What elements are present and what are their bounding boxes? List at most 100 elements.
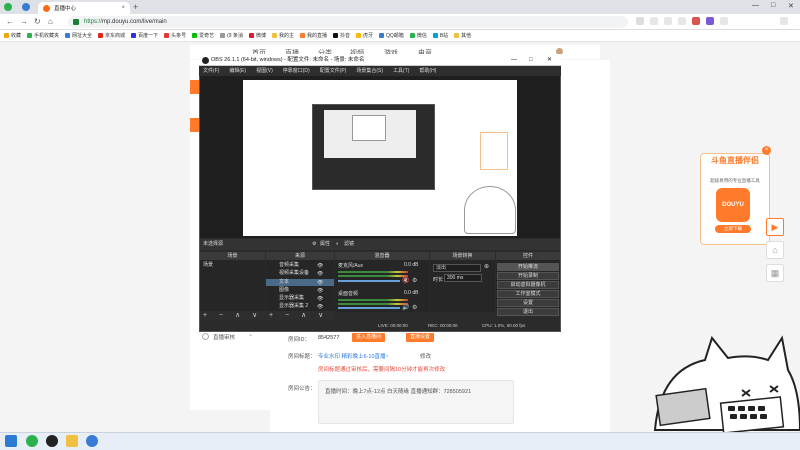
eye-icon[interactable]: 👁 (317, 263, 323, 269)
obs-menu-item[interactable]: 停靠窗口(D) (283, 66, 310, 76)
source-item[interactable]: 音频采集 (266, 262, 334, 269)
bookmark-item[interactable]: 手机收藏夹 (27, 32, 59, 39)
volume-slider[interactable] (338, 307, 400, 309)
room-title-link[interactable]: 专业水印 精彩晚上6-10直播~ (318, 352, 389, 360)
windows-start-icon[interactable] (5, 435, 17, 447)
chevron-down-icon[interactable]: ⌄ (248, 331, 253, 338)
bookmark-item[interactable]: 抖音 (333, 32, 350, 39)
virtual-camera-button[interactable]: 启动虚拟摄像机 (497, 281, 559, 289)
source-item[interactable]: 显示器采集 (266, 295, 334, 302)
edit-link[interactable]: 修改 (420, 352, 431, 360)
start-streaming-button[interactable]: 开始推流 (497, 263, 559, 271)
obs-menu-item[interactable]: 编辑(E) (229, 66, 246, 76)
bookmark-item[interactable]: (9 条消 (220, 32, 243, 39)
extension-icon[interactable] (636, 17, 644, 25)
sources-toolbar[interactable]: + − ∧ ∨ (266, 311, 334, 320)
bookmark-item[interactable]: B站 (432, 32, 448, 39)
notice-box[interactable]: 直播时间：晚上7点-12点 白天随缘 直播通知群：728505921 (318, 380, 514, 424)
bookmarks-icon[interactable] (720, 17, 728, 25)
window-close-button[interactable]: ✕ (788, 2, 794, 10)
browser-tab[interactable]: 直播中心 × (38, 2, 130, 14)
tab-close-icon[interactable]: × (121, 5, 125, 11)
adblock-icon[interactable] (692, 17, 700, 25)
source-item[interactable]: 文本 (266, 279, 334, 286)
star-icon[interactable] (650, 17, 658, 25)
window-maximize-button[interactable]: □ (771, 2, 775, 9)
properties-button[interactable]: 属性 (320, 239, 330, 250)
source-item[interactable]: 视频采集设备 (266, 270, 334, 277)
back-arrow-icon[interactable]: ← (6, 17, 14, 27)
enter-room-button[interactable]: 进入直播间 (352, 333, 386, 342)
home-icon[interactable]: ⌂ (48, 17, 53, 27)
scenes-toolbar[interactable]: + − ∧ ∨ (200, 311, 265, 320)
volume-slider[interactable] (338, 280, 400, 282)
bookmark-item[interactable]: 我的主 (271, 32, 294, 39)
duration-input[interactable]: 300 ms (444, 274, 482, 282)
obs-taskbar-icon[interactable] (46, 435, 58, 447)
filters-button[interactable]: 滤镜 (344, 239, 354, 250)
bookmark-item[interactable]: 微信 (409, 32, 427, 39)
obs-menu-item[interactable]: 文件(F) (203, 66, 219, 76)
obs-minimize-button[interactable]: — (511, 54, 517, 66)
translate-icon[interactable] (678, 17, 686, 25)
bookmark-item[interactable]: QQ邮箱 (379, 32, 404, 39)
eye-icon[interactable]: 👁 (317, 288, 323, 294)
explorer-taskbar-icon[interactable] (66, 435, 78, 447)
browser-account-icon[interactable] (22, 3, 30, 11)
filter-icon[interactable]: ◐ (336, 239, 339, 250)
transition-select[interactable]: 淡出 (433, 264, 481, 272)
settings-button[interactable]: 设置 (497, 299, 559, 307)
add-transition-icon[interactable]: ⊕ (484, 263, 489, 270)
gear-icon[interactable]: ⚙ (412, 304, 417, 311)
grid-side-button[interactable]: ▦ (766, 264, 784, 282)
mute-icon[interactable]: 🔇 (402, 277, 409, 284)
obs-menu-item[interactable]: 场景集合(S) (356, 66, 383, 76)
obs-menu-item[interactable]: 工具(T) (393, 66, 409, 76)
start-recording-button[interactable]: 开始录制 (497, 272, 559, 280)
bookmark-item[interactable]: 其他 (454, 32, 471, 39)
bookmark-item[interactable]: 虎牙 (356, 32, 373, 39)
window-minimize-button[interactable]: — (752, 2, 759, 9)
obs-title-bar[interactable]: OBS 26.1.1 (64-bit, windows) - 配置文件: 未命名… (199, 54, 561, 66)
eye-icon[interactable]: 👁 (317, 280, 323, 286)
home-side-button[interactable]: ⌂ (766, 241, 784, 259)
side-item-label[interactable]: 直播审核 (213, 333, 235, 341)
obs-menu-item[interactable]: 帮助(H) (419, 66, 436, 76)
source-item[interactable]: 图像 (266, 287, 334, 294)
bookmark-item[interactable]: 京东商城 (98, 32, 125, 39)
reload-icon[interactable]: ↻ (34, 17, 41, 27)
app-taskbar-icon[interactable] (86, 435, 98, 447)
play-side-button[interactable]: ▶ (766, 218, 784, 236)
eye-icon[interactable]: 👁 (317, 296, 323, 302)
obs-menu-item[interactable]: 视图(V) (256, 66, 273, 76)
eye-icon[interactable]: 👁 (317, 271, 323, 277)
bookmark-item[interactable]: 我的直播 (299, 32, 327, 39)
promo-close-icon[interactable]: × (762, 146, 771, 155)
obs-maximize-button[interactable]: □ (529, 54, 533, 66)
download-button[interactable]: 立即下载 (715, 225, 751, 233)
speaker-icon[interactable]: 🔊 (402, 304, 409, 311)
studio-mode-button[interactable]: 工作室模式 (497, 290, 559, 298)
bookmark-item[interactable]: 爱奇艺 (192, 32, 214, 39)
bookmark-item[interactable]: 微博 (248, 32, 266, 39)
bookmark-item[interactable]: 网址大全 (65, 32, 92, 39)
menu-icon[interactable] (780, 17, 788, 25)
exit-button[interactable]: 退出 (497, 308, 559, 316)
new-tab-button[interactable]: + (133, 2, 138, 12)
side-radio[interactable] (202, 333, 209, 340)
obs-menu-item[interactable]: 配置文件(P) (320, 66, 347, 76)
bookmark-item[interactable]: 头条号 (164, 32, 186, 39)
screenshot-icon[interactable] (664, 17, 672, 25)
browser-taskbar-icon[interactable] (26, 435, 38, 447)
browser-logo-icon[interactable] (4, 3, 12, 11)
bookmark-item[interactable]: 百度一下 (131, 32, 158, 39)
forward-arrow-icon[interactable]: → (20, 17, 28, 27)
scene-item[interactable]: 场景 (200, 262, 265, 269)
live-settings-button[interactable]: 直播设置 (406, 333, 435, 342)
url-field[interactable]: https://mp.douyu.com/live/main (68, 16, 628, 28)
user-icon[interactable] (706, 17, 714, 25)
obs-close-button[interactable]: ✕ (547, 54, 552, 66)
gear-icon[interactable]: ⚙ (312, 239, 316, 250)
eye-icon[interactable]: 👁 (317, 304, 323, 310)
gear-icon[interactable]: ⚙ (412, 277, 417, 284)
